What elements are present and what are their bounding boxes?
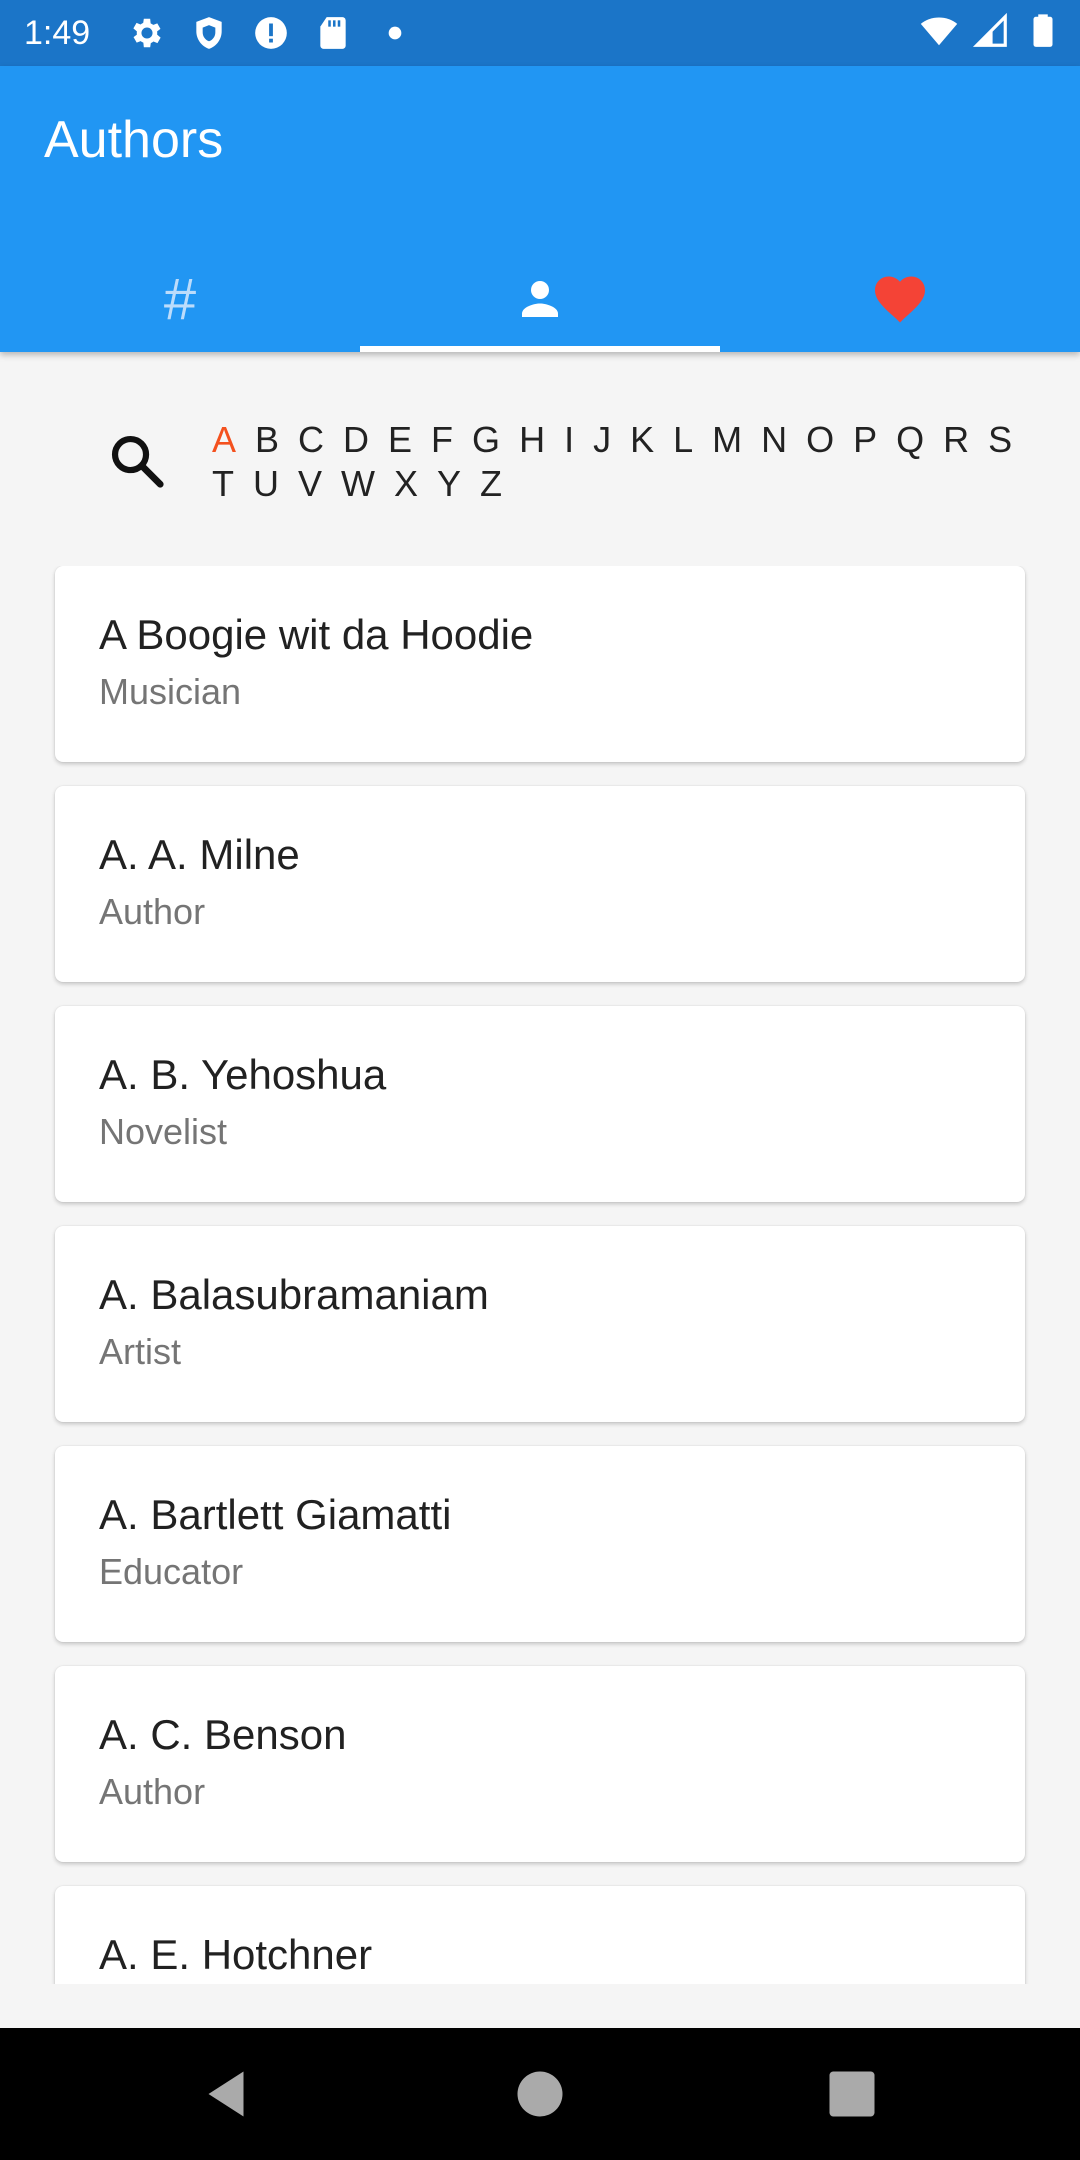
search-icon[interactable]	[106, 430, 168, 492]
author-card[interactable]: A. Balasubramaniam Artist	[55, 1226, 1025, 1422]
status-system-icons	[920, 12, 1062, 50]
letter-l[interactable]: L	[673, 418, 693, 462]
author-card[interactable]: A. A. Milne Author	[55, 786, 1025, 982]
wifi-icon	[920, 17, 958, 46]
sd-card-icon	[320, 17, 346, 49]
letter-a[interactable]: A	[212, 418, 236, 462]
author-name: A. E. Hotchner	[99, 1931, 373, 1978]
app-bar: Authors #	[0, 66, 1080, 352]
author-role: Author	[99, 1771, 206, 1812]
author-card[interactable]: A Boogie wit da Hoodie Musician	[55, 566, 1025, 762]
letter-m[interactable]: M	[712, 418, 742, 462]
author-name: A. Balasubramaniam	[99, 1271, 489, 1318]
author-name: A. C. Benson	[99, 1711, 347, 1758]
letter-d[interactable]: D	[343, 418, 369, 462]
author-role: Novelist	[99, 1111, 228, 1152]
author-list[interactable]: A Boogie wit da Hoodie Musician A. A. Miln…	[0, 566, 1080, 1984]
author-name: A. A. Milne	[99, 831, 300, 878]
tab-favorites[interactable]	[720, 246, 1080, 352]
dot-icon	[388, 26, 402, 40]
alphabet-index: A B C D E F G H I J K L M N O P Q R S T U V W X Y Z	[0, 400, 1080, 520]
letter-h[interactable]: H	[519, 418, 545, 462]
tab-hash[interactable]: #	[0, 246, 360, 352]
letter-b[interactable]: B	[255, 418, 279, 462]
author-role: Musician	[99, 671, 242, 712]
author-name: A. Bartlett Giamatti	[99, 1491, 452, 1538]
letter-i[interactable]: I	[564, 418, 574, 462]
hash-icon: #	[163, 266, 197, 332]
person-icon	[522, 281, 558, 317]
letter-r[interactable]: R	[943, 418, 969, 462]
letter-p[interactable]: P	[853, 418, 877, 462]
letter-g[interactable]: G	[472, 418, 500, 462]
author-name: A. B. Yehoshua	[99, 1051, 387, 1098]
author-card[interactable]: A. Bartlett Giamatti Educator	[55, 1446, 1025, 1642]
letter-o[interactable]: O	[806, 418, 834, 462]
heart-icon	[875, 276, 925, 323]
author-card[interactable]: A. B. Yehoshua Novelist	[55, 1006, 1025, 1202]
home-icon[interactable]	[510, 2064, 570, 2124]
letter-c[interactable]: C	[298, 418, 324, 462]
letter-e[interactable]: E	[388, 418, 412, 462]
letter-k[interactable]: K	[630, 418, 654, 462]
status-bar: 1:49	[0, 0, 1080, 66]
letter-list: A B C D E F G H I J K L M N O P Q R S T U V W X Y Z	[212, 418, 1032, 506]
author-role: Author	[99, 891, 206, 932]
letter-z[interactable]: Z	[480, 462, 502, 506]
letter-v[interactable]: V	[298, 462, 322, 506]
letter-x[interactable]: X	[394, 462, 418, 506]
author-role: Educator	[99, 1551, 244, 1592]
gear-icon	[133, 18, 161, 48]
status-time: 1:49	[24, 14, 91, 52]
author-name: A Boogie wit da Hoodie	[99, 611, 534, 658]
back-icon[interactable]	[196, 2064, 256, 2124]
letter-u[interactable]: U	[253, 462, 279, 506]
letter-j[interactable]: J	[593, 418, 611, 462]
letter-w[interactable]: W	[341, 462, 375, 506]
shield-icon	[196, 17, 222, 49]
navigation-bar	[0, 2028, 1080, 2160]
battery-icon	[1033, 14, 1053, 47]
page-title: Authors	[44, 111, 224, 169]
author-role: Artist	[99, 1331, 182, 1372]
author-card[interactable]: A. E. Hotchner	[55, 1886, 1025, 1984]
alert-icon	[255, 17, 287, 49]
letter-f[interactable]: F	[431, 418, 453, 462]
signal-icon	[972, 12, 1007, 47]
tab-indicator	[360, 346, 720, 352]
tab-bar: #	[0, 246, 1080, 352]
tab-authors[interactable]	[360, 246, 720, 352]
status-notification-icons	[128, 14, 414, 52]
recents-icon[interactable]	[822, 2064, 882, 2124]
author-card[interactable]: A. C. Benson Author	[55, 1666, 1025, 1862]
letter-n[interactable]: N	[761, 418, 787, 462]
letter-y[interactable]: Y	[437, 462, 461, 506]
letter-t[interactable]: T	[212, 462, 234, 506]
letter-s[interactable]: S	[988, 418, 1012, 462]
letter-q[interactable]: Q	[896, 418, 924, 462]
